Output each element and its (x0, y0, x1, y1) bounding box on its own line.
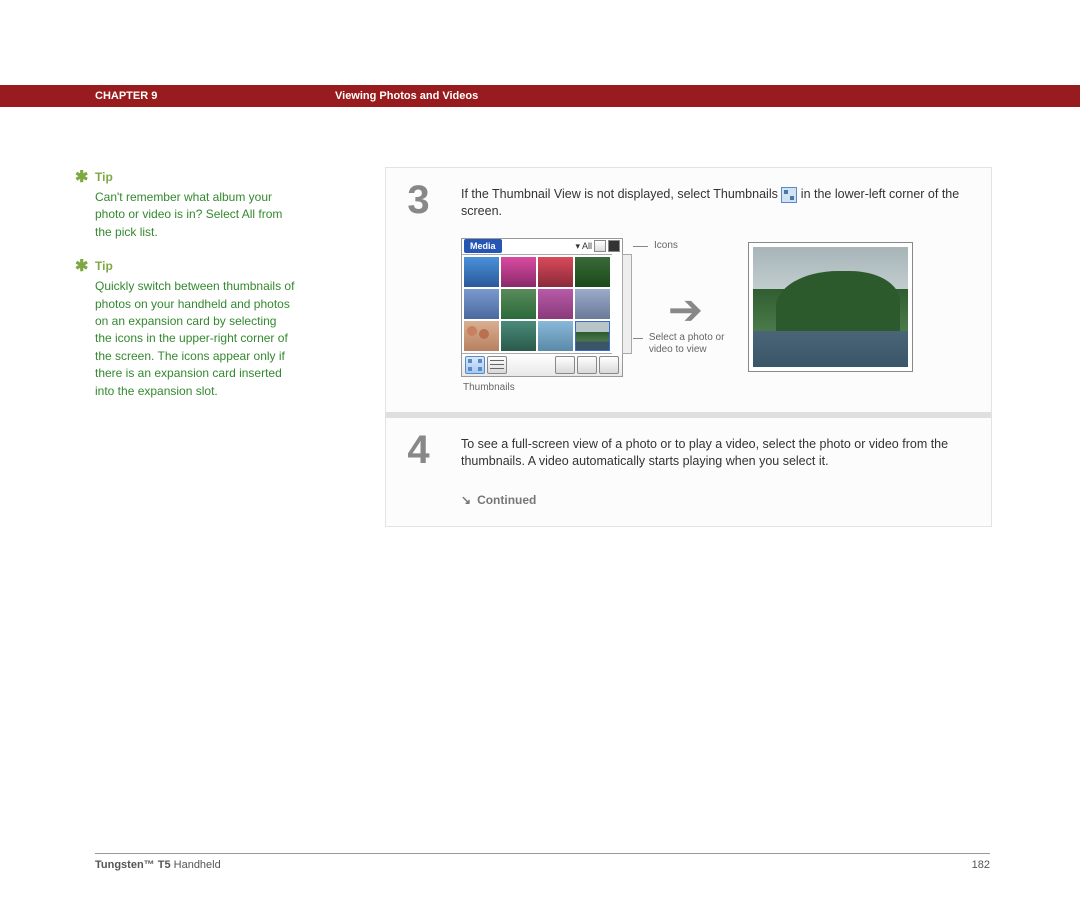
tips-sidebar: ✱ Tip Can't remember what album your pho… (95, 167, 295, 527)
step-number-col: 4 (386, 418, 451, 526)
thumbnail[interactable] (464, 289, 499, 319)
callout-line (633, 246, 648, 247)
tip-label: Tip (95, 259, 113, 273)
photo-preview (748, 242, 913, 372)
card-icon[interactable] (608, 240, 620, 252)
callout-labels: Icons ➔ Select a photo or video to view (633, 238, 738, 357)
palm-toolbar (462, 354, 622, 376)
arrow-right-icon: ➔ (662, 282, 709, 339)
tip-block: ✱ Tip Can't remember what album your pho… (95, 167, 295, 241)
thumbnail[interactable] (501, 257, 536, 287)
toolbar-button[interactable] (555, 356, 575, 374)
callout-line (633, 338, 643, 339)
dropdown-arrow-icon: ▾ (575, 240, 580, 252)
content-area: ✱ Tip Can't remember what album your pho… (95, 167, 1080, 527)
palm-picklist[interactable]: ▾ All (575, 240, 620, 252)
tip-header: ✱ Tip (95, 256, 295, 276)
thumbnail[interactable] (501, 321, 536, 351)
icons-label: Icons (654, 240, 678, 252)
slideshow-button[interactable] (577, 356, 597, 374)
step-3: 3 If the Thumbnail View is not displayed… (386, 168, 991, 412)
thumbnails-icon (781, 187, 797, 203)
continued-indicator: ↘ Continued (461, 492, 973, 508)
step-4: 4 To see a full-screen view of a photo o… (386, 418, 991, 526)
step-number: 3 (386, 168, 451, 223)
continued-arrow-icon: ↘ (461, 492, 471, 508)
device-icon[interactable] (594, 240, 606, 252)
tip-block: ✱ Tip Quickly switch between thumbnails … (95, 256, 295, 400)
asterisk-icon: ✱ (75, 167, 87, 187)
header-bar: CHAPTER 9 Viewing Photos and Videos (0, 85, 1080, 107)
thumbnail[interactable] (464, 257, 499, 287)
thumbnail[interactable] (575, 257, 610, 287)
step-number: 4 (386, 418, 451, 473)
select-label: Select a photo or video to view (649, 332, 738, 356)
thumbnails-label: Thumbnails (463, 381, 623, 395)
tip-header: ✱ Tip (95, 167, 295, 187)
palm-screenshot-wrap: Media ▾ All (461, 238, 623, 395)
thumbnail[interactable] (464, 321, 499, 351)
thumbnail-selected[interactable] (575, 321, 610, 351)
page-number: 182 (972, 859, 990, 871)
chapter-label: CHAPTER 9 (95, 90, 335, 102)
step-body: To see a full-screen view of a photo or … (451, 418, 991, 526)
step-text: To see a full-screen view of a photo or … (461, 436, 973, 470)
palm-app-label: Media (464, 239, 502, 253)
toolbar-button[interactable] (599, 356, 619, 374)
step-text: If the Thumbnail View is not displayed, … (461, 186, 973, 220)
list-view-button[interactable] (487, 356, 507, 374)
palm-thumbnails-grid (462, 254, 612, 354)
tip-text: Quickly switch between thumbnails of pho… (95, 278, 295, 400)
tip-text: Can't remember what album your photo or … (95, 189, 295, 241)
thumbnail[interactable] (538, 321, 573, 351)
page-footer: Tungsten™ T5 Handheld 182 (95, 853, 990, 871)
step-body: If the Thumbnail View is not displayed, … (451, 168, 991, 412)
product-name: Tungsten™ T5 Handheld (95, 859, 221, 871)
thumbnail[interactable] (538, 289, 573, 319)
step-number-col: 3 (386, 168, 451, 412)
asterisk-icon: ✱ (75, 256, 87, 276)
thumbnail[interactable] (575, 289, 610, 319)
thumbnails-view-button[interactable] (465, 356, 485, 374)
palm-screenshot: Media ▾ All (461, 238, 623, 377)
thumbnail[interactable] (501, 289, 536, 319)
tip-label: Tip (95, 170, 113, 184)
chapter-title: Viewing Photos and Videos (335, 90, 478, 102)
scrollbar[interactable] (622, 254, 632, 354)
thumbnail[interactable] (538, 257, 573, 287)
diagram-row: Media ▾ All (461, 238, 973, 395)
steps-panel: 3 If the Thumbnail View is not displayed… (385, 167, 992, 527)
palm-titlebar: Media ▾ All (462, 239, 622, 254)
